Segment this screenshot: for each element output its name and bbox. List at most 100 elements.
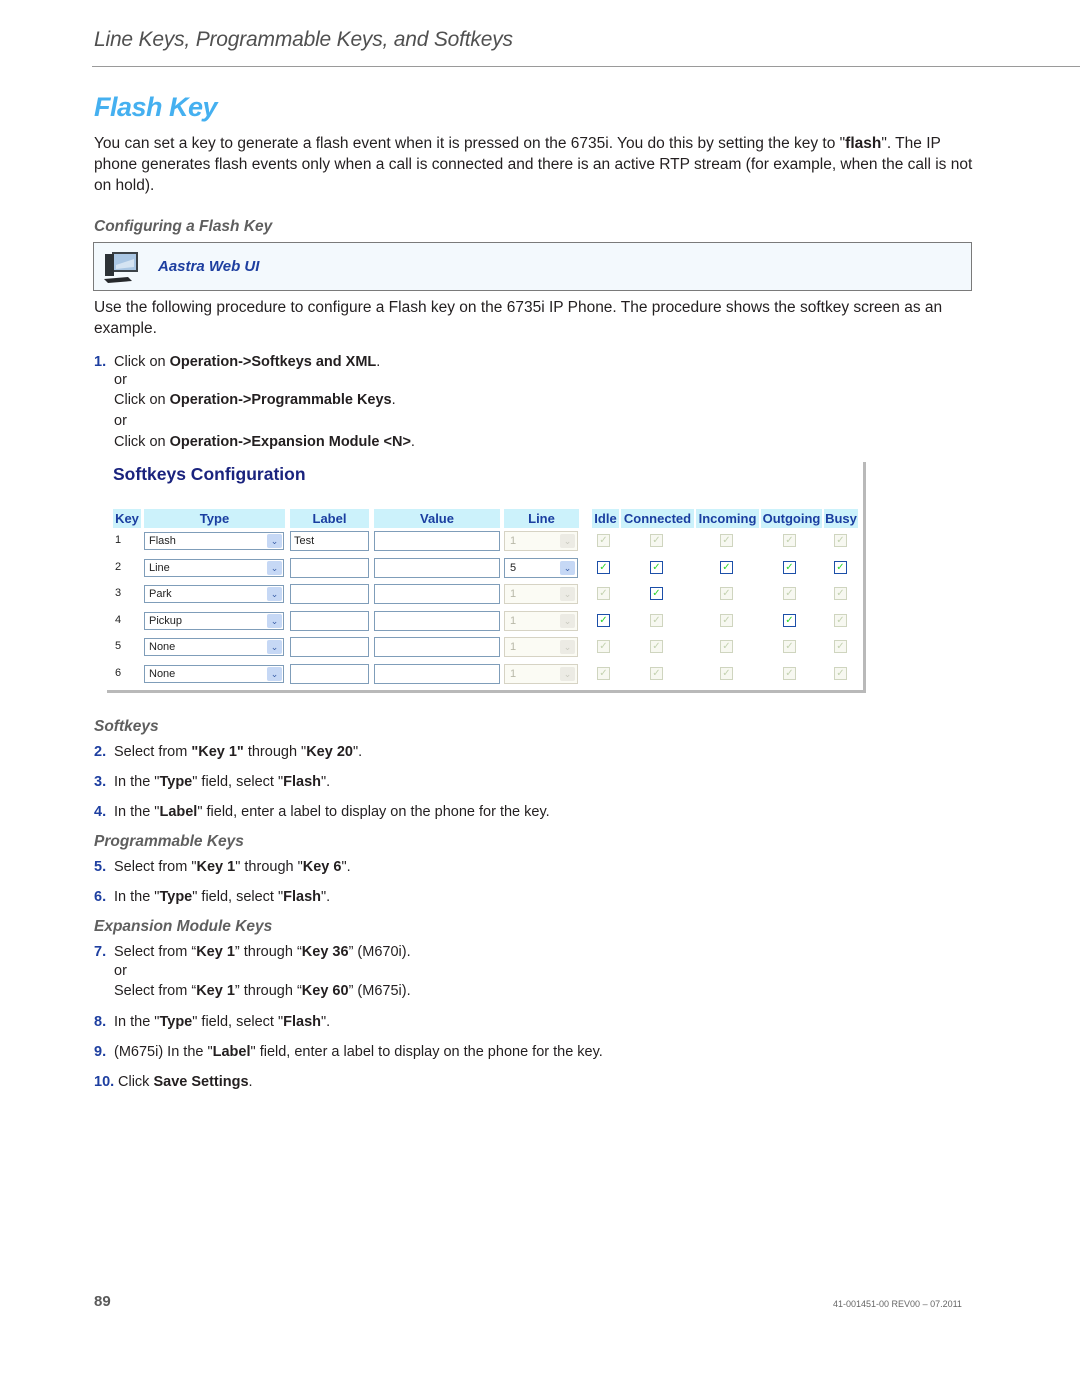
step-bold: Key 20 — [306, 744, 353, 760]
chevron-down-icon[interactable]: ⌄ — [267, 640, 282, 654]
type-select[interactable]: None ⌄ — [144, 638, 284, 656]
value-input[interactable] — [374, 664, 500, 684]
column-header-label: Label — [290, 509, 369, 528]
line-select[interactable]: 1 ⌄ — [504, 584, 578, 604]
line-select[interactable]: 1 ⌄ — [504, 611, 578, 631]
chevron-down-icon[interactable]: ⌄ — [267, 614, 282, 628]
type-select[interactable]: None ⌄ — [144, 665, 284, 683]
web-ui-callout: Aastra Web UI — [93, 242, 972, 291]
checkbox-incoming[interactable]: ✓ — [720, 587, 733, 600]
step-text: " field, select " — [192, 1014, 284, 1030]
column-header-idle: Idle — [592, 509, 619, 528]
checkbox-outgoing[interactable]: ✓ — [783, 587, 796, 600]
chevron-down-icon[interactable]: ⌄ — [560, 614, 575, 628]
step-6: 6. In the "Type" field, select "Flash". — [94, 888, 330, 906]
checkbox-idle[interactable]: ✓ — [597, 614, 610, 627]
type-select[interactable]: Line ⌄ — [144, 559, 284, 577]
label-input[interactable] — [290, 611, 369, 631]
checkbox-connected[interactable]: ✓ — [650, 534, 663, 547]
column-header-incoming: Incoming — [696, 509, 759, 528]
checkbox-idle[interactable]: ✓ — [597, 561, 610, 574]
value-input[interactable] — [374, 611, 500, 631]
intro-bold: flash — [845, 135, 882, 152]
step-7: 7. Select from “Key 1” through “Key 36” (… — [94, 943, 411, 961]
step-text: ". — [321, 889, 331, 905]
label-input[interactable] — [290, 637, 369, 657]
line-value: 1 — [510, 535, 517, 547]
screenshot-title: Softkeys Configuration — [113, 464, 306, 484]
line-value: 5 — [510, 562, 517, 574]
checkbox-idle[interactable]: ✓ — [597, 640, 610, 653]
line-select[interactable]: 1 ⌄ — [504, 664, 578, 684]
type-select[interactable]: Flash ⌄ — [144, 532, 284, 550]
step-text: ” through “ — [234, 983, 302, 999]
or-text: or — [114, 413, 127, 429]
chevron-down-icon[interactable]: ⌄ — [560, 640, 575, 654]
checkbox-outgoing[interactable]: ✓ — [783, 561, 796, 574]
type-select[interactable]: Pickup ⌄ — [144, 612, 284, 630]
value-input[interactable] — [374, 558, 500, 578]
step-bold: Key 6 — [302, 859, 342, 875]
value-input[interactable] — [374, 637, 500, 657]
line-value: 1 — [510, 668, 517, 680]
step-bold: Label — [159, 804, 198, 820]
checkbox-busy[interactable]: ✓ — [834, 640, 847, 653]
type-select[interactable]: Park ⌄ — [144, 585, 284, 603]
menu-path: Operation->Programmable Keys — [169, 392, 392, 408]
or-text: or — [114, 372, 127, 388]
column-header-connected: Connected — [621, 509, 694, 528]
checkbox-connected[interactable]: ✓ — [650, 667, 663, 680]
line-select[interactable]: 1 ⌄ — [504, 531, 578, 551]
chevron-down-icon[interactable]: ⌄ — [560, 534, 575, 548]
chevron-down-icon[interactable]: ⌄ — [560, 667, 575, 681]
line-select[interactable]: 5 ⌄ — [504, 558, 578, 578]
checkbox-connected[interactable]: ✓ — [650, 561, 663, 574]
line-select[interactable]: 1 ⌄ — [504, 637, 578, 657]
checkbox-busy[interactable]: ✓ — [834, 534, 847, 547]
step-text: Select from “ — [114, 983, 197, 999]
checkbox-idle[interactable]: ✓ — [597, 587, 610, 600]
checkbox-connected[interactable]: ✓ — [650, 614, 663, 627]
step-4: 4. In the "Label" field, enter a label to… — [94, 803, 550, 821]
checkbox-outgoing[interactable]: ✓ — [783, 667, 796, 680]
chevron-down-icon[interactable]: ⌄ — [560, 561, 575, 575]
step-text: . — [410, 434, 415, 450]
step-text: ” (M675i). — [348, 983, 411, 999]
label-input[interactable]: Test — [290, 531, 369, 551]
chevron-down-icon[interactable]: ⌄ — [267, 667, 282, 681]
checkbox-idle[interactable]: ✓ — [597, 667, 610, 680]
running-head: Line Keys, Programmable Keys, and Softke… — [94, 28, 513, 51]
label-input[interactable] — [290, 558, 369, 578]
checkbox-busy[interactable]: ✓ — [834, 614, 847, 627]
checkbox-incoming[interactable]: ✓ — [720, 667, 733, 680]
softkeys-heading: Softkeys — [94, 718, 159, 735]
chevron-down-icon[interactable]: ⌄ — [267, 561, 282, 575]
checkbox-connected[interactable]: ✓ — [650, 640, 663, 653]
chevron-down-icon[interactable]: ⌄ — [267, 534, 282, 548]
checkbox-incoming[interactable]: ✓ — [720, 640, 733, 653]
checkbox-busy[interactable]: ✓ — [834, 561, 847, 574]
chevron-down-icon[interactable]: ⌄ — [560, 587, 575, 601]
value-input[interactable] — [374, 584, 500, 604]
checkbox-incoming[interactable]: ✓ — [720, 534, 733, 547]
checkbox-connected[interactable]: ✓ — [650, 587, 663, 600]
intro-paragraph: You can set a key to generate a flash ev… — [94, 133, 974, 196]
checkbox-outgoing[interactable]: ✓ — [783, 640, 796, 653]
checkbox-outgoing[interactable]: ✓ — [783, 614, 796, 627]
step-text: Click — [118, 1074, 154, 1090]
step-1: 1. Click on Operation->Softkeys and XML. — [94, 353, 380, 371]
value-input[interactable] — [374, 531, 500, 551]
chevron-down-icon[interactable]: ⌄ — [267, 587, 282, 601]
label-input[interactable] — [290, 584, 369, 604]
header-divider — [92, 66, 1080, 67]
checkbox-incoming[interactable]: ✓ — [720, 561, 733, 574]
key-number: 4 — [115, 614, 122, 626]
checkbox-idle[interactable]: ✓ — [597, 534, 610, 547]
step-text: In the " — [114, 774, 160, 790]
checkbox-incoming[interactable]: ✓ — [720, 614, 733, 627]
checkbox-busy[interactable]: ✓ — [834, 587, 847, 600]
step-text: Click on — [114, 434, 170, 450]
checkbox-busy[interactable]: ✓ — [834, 667, 847, 680]
checkbox-outgoing[interactable]: ✓ — [783, 534, 796, 547]
label-input[interactable] — [290, 664, 369, 684]
